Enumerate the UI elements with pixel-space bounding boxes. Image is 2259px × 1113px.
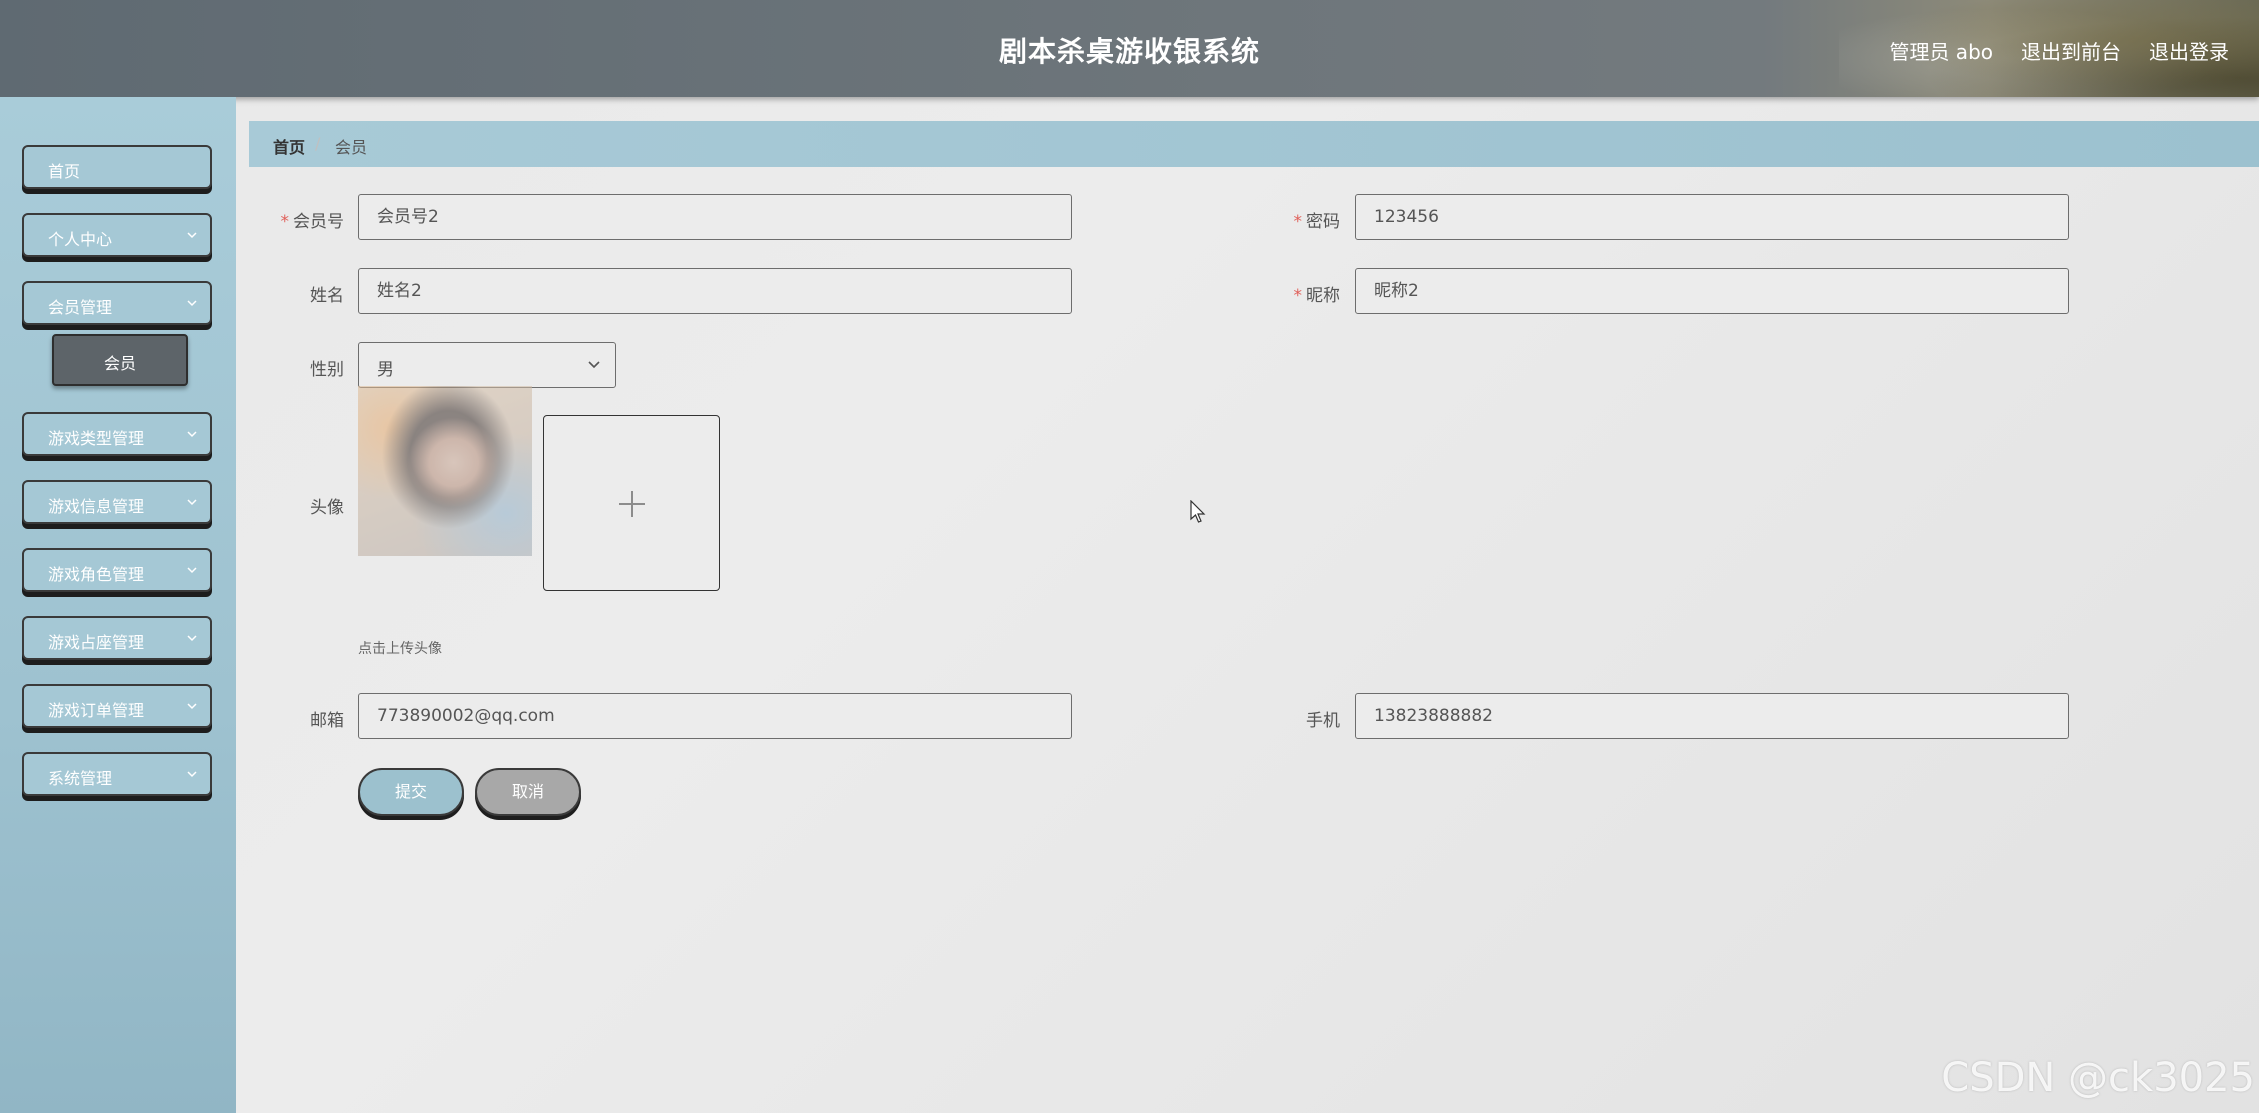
- sidebar-item-label: 游戏占座管理: [48, 633, 145, 652]
- avatar-label: 头像: [310, 498, 344, 518]
- chevron-down-icon: [187, 431, 197, 438]
- sidebar-item-game-type-management[interactable]: 游戏类型管理: [22, 412, 212, 456]
- name-input[interactable]: 姓名2: [358, 268, 1072, 314]
- sidebar-item-label: 游戏类型管理: [48, 429, 145, 448]
- phone-label: 手机: [1306, 711, 1340, 731]
- chevron-down-icon: [187, 499, 197, 506]
- exit-to-front-link[interactable]: 退出到前台: [2021, 36, 2121, 65]
- email-input[interactable]: 773890002@qq.com: [358, 693, 1072, 739]
- chevron-down-icon: [187, 703, 197, 710]
- sidebar-subitem-label: 会员: [103, 354, 136, 373]
- sidebar-item-game-info-management[interactable]: 游戏信息管理: [22, 480, 212, 524]
- gender-selected-value: 男: [377, 360, 394, 380]
- top-header: 剧本杀桌游收银系统 管理员 abo 退出到前台 退出登录: [0, 0, 2259, 97]
- admin-user-label: 管理员 abo: [1889, 40, 1993, 64]
- gender-label: 性别: [310, 360, 344, 380]
- sidebar-subitem-member[interactable]: 会员: [52, 334, 188, 386]
- sidebar-item-label: 游戏订单管理: [48, 701, 145, 720]
- chevron-down-icon: [187, 232, 197, 239]
- sidebar-item-home[interactable]: 首页: [22, 145, 212, 189]
- avatar-upload-button[interactable]: [543, 415, 720, 591]
- breadcrumb-current: 会员: [335, 138, 368, 157]
- cancel-button[interactable]: 取消: [475, 768, 581, 816]
- sidebar-item-label: 个人中心: [48, 230, 113, 249]
- avatar-preview-image: [358, 386, 532, 556]
- chevron-down-icon: [187, 567, 197, 574]
- chevron-down-icon: [187, 300, 197, 307]
- sidebar-item-label: 首页: [48, 162, 81, 181]
- avatar-upload-tip: 点击上传头像: [358, 641, 442, 657]
- sidebar-item-system-management[interactable]: 系统管理: [22, 752, 212, 796]
- nickname-input[interactable]: 昵称2: [1355, 268, 2069, 314]
- header-right-links: 管理员 abo 退出到前台 退出登录: [1889, 36, 2229, 65]
- sidebar: 首页 个人中心 会员管理 会员 游戏类型管理 游戏信息管理 游戏角色管理 游戏占…: [0, 97, 236, 1113]
- sidebar-item-label: 游戏角色管理: [48, 565, 145, 584]
- sidebar-item-game-role-management[interactable]: 游戏角色管理: [22, 548, 212, 592]
- email-label: 邮箱: [310, 711, 344, 731]
- chevron-down-icon: [187, 635, 197, 642]
- gender-select[interactable]: 男: [358, 342, 616, 388]
- required-mark: *: [1293, 212, 1303, 232]
- mouse-cursor-icon: [1190, 500, 1206, 523]
- name-label: 姓名: [310, 286, 344, 306]
- breadcrumb: 首页 / 会员: [249, 121, 2259, 167]
- watermark: CSDN @ck3025: [1941, 1055, 2255, 1101]
- sidebar-item-personal-center[interactable]: 个人中心: [22, 213, 212, 257]
- sidebar-item-member-management[interactable]: 会员管理: [22, 281, 212, 325]
- sidebar-item-label: 系统管理: [48, 769, 113, 788]
- chevron-down-icon: [187, 771, 197, 778]
- member-no-label: * 会员号: [280, 212, 345, 232]
- required-mark: *: [1293, 286, 1303, 306]
- plus-icon: [619, 491, 645, 517]
- breadcrumb-separator: /: [315, 134, 321, 153]
- required-mark: *: [280, 212, 290, 232]
- sidebar-item-label: 会员管理: [48, 298, 113, 317]
- sidebar-item-label: 游戏信息管理: [48, 497, 145, 516]
- phone-input[interactable]: 13823888882: [1355, 693, 2069, 739]
- password-input[interactable]: 123456: [1355, 194, 2069, 240]
- breadcrumb-home[interactable]: 首页: [273, 134, 305, 158]
- member-no-input[interactable]: 会员号2: [358, 194, 1072, 240]
- nickname-label: * 昵称: [1293, 286, 1341, 306]
- submit-button[interactable]: 提交: [358, 768, 464, 816]
- sidebar-item-game-seat-management[interactable]: 游戏占座管理: [22, 616, 212, 660]
- password-label: * 密码: [1293, 212, 1341, 232]
- chevron-down-icon: [588, 361, 600, 369]
- logout-link[interactable]: 退出登录: [2149, 36, 2229, 65]
- sidebar-item-game-order-management[interactable]: 游戏订单管理: [22, 684, 212, 728]
